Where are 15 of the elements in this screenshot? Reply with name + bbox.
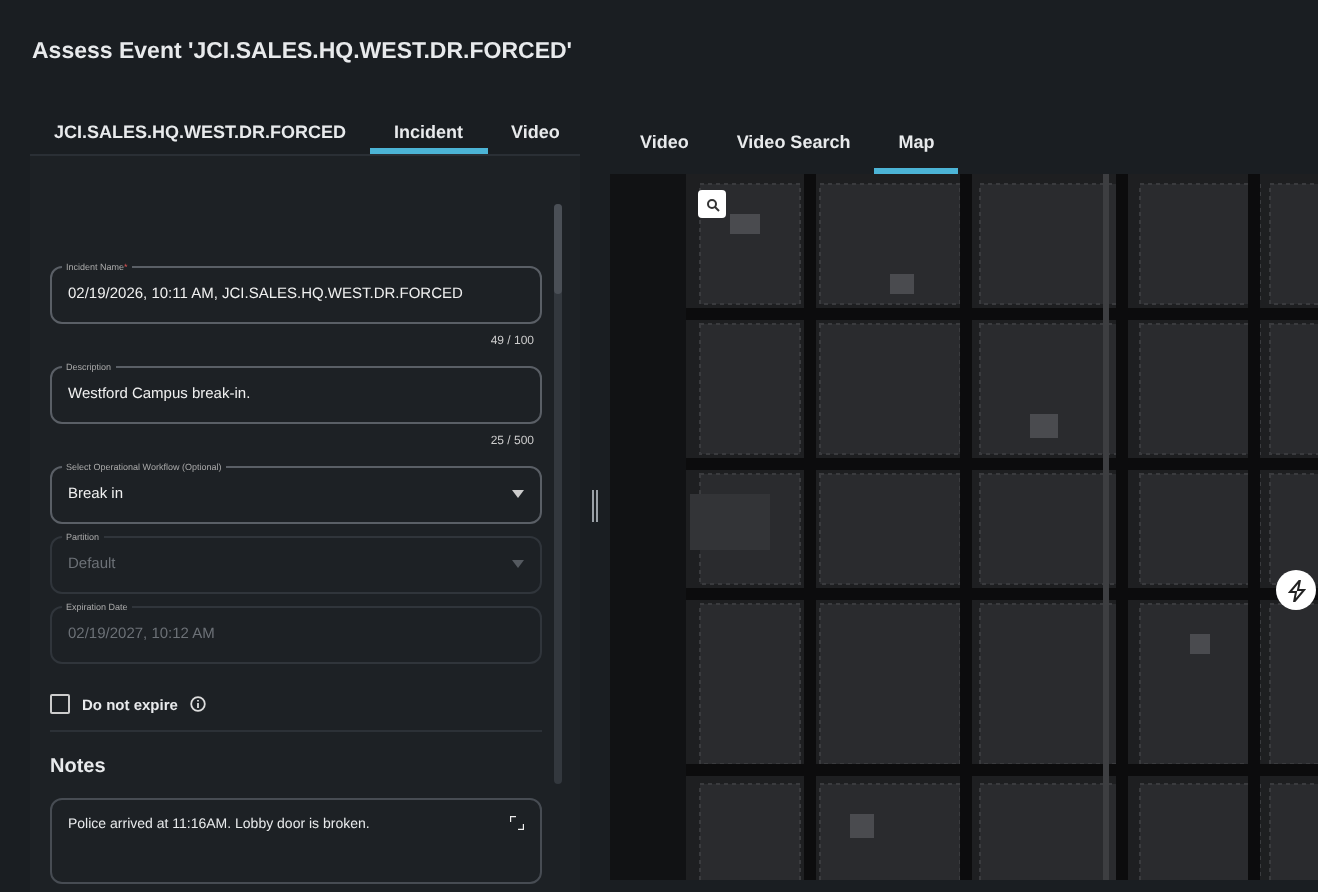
caret-icon: [512, 490, 524, 498]
tab[interactable]: Video Search: [712, 120, 875, 174]
tab[interactable]: Video: [487, 120, 584, 153]
search-icon: [705, 197, 719, 211]
lightning-icon: [1287, 579, 1305, 601]
checkbox[interactable]: [50, 694, 70, 715]
info-icon[interactable]: [189, 696, 206, 713]
section-heading: Notes: [50, 753, 108, 782]
drag-handle-icon[interactable]: [592, 490, 598, 522]
expand-icon[interactable]: [510, 815, 524, 830]
tab[interactable]: Video: [616, 120, 713, 174]
search-button[interactable]: [698, 190, 726, 218]
tab[interactable]: JCI.SALES.HQ.WEST.DR.FORCED: [30, 120, 371, 153]
caret-icon: [512, 560, 524, 568]
dialog-title: Assess Event 'JCI.SALES.HQ.WEST.DR.FORCED': [30, 38, 575, 68]
